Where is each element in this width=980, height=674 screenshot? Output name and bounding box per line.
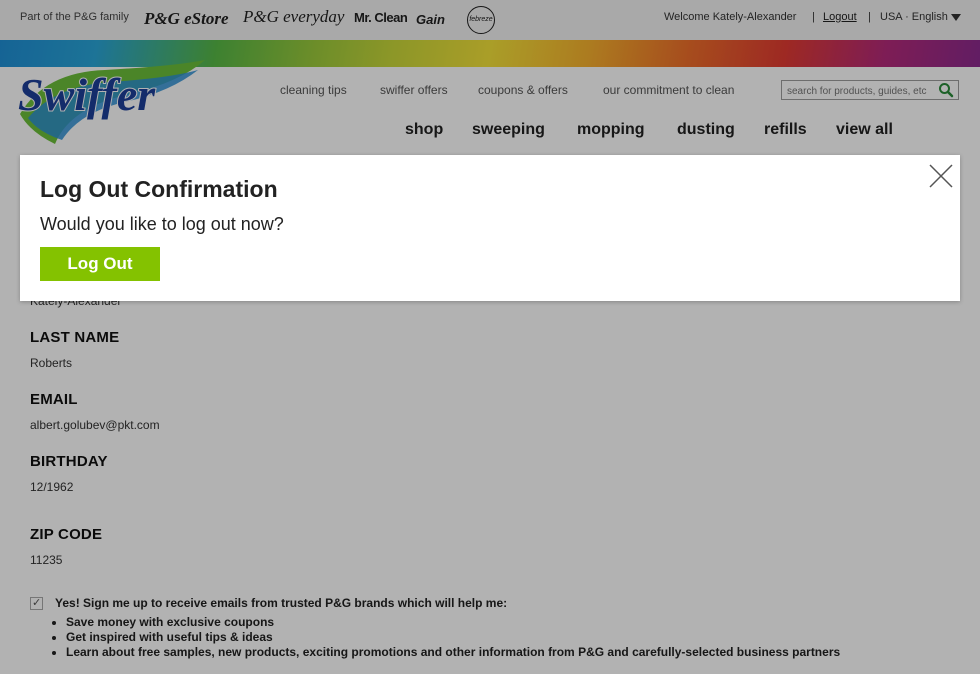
log-out-button[interactable]: Log Out [40,247,160,281]
close-icon[interactable] [928,163,954,189]
modal-overlay[interactable] [0,0,980,674]
logout-confirmation-modal: Log Out Confirmation Would you like to l… [20,155,960,301]
modal-message: Would you like to log out now? [40,214,284,234]
modal-title: Log Out Confirmation [40,176,278,202]
